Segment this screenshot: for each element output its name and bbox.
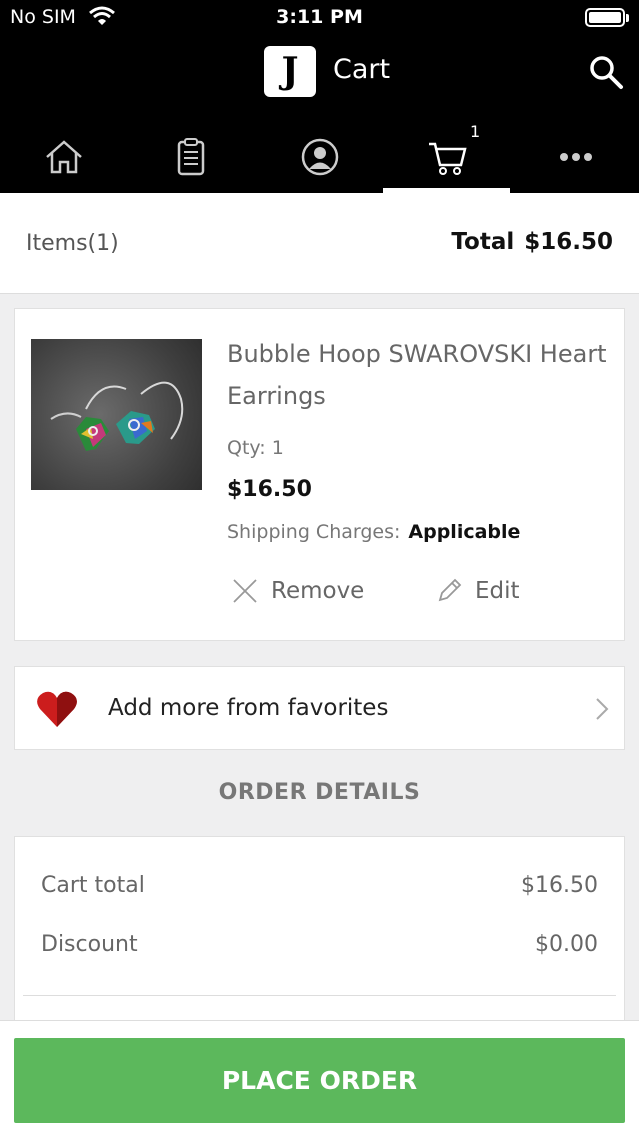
cart-summary: Items(1) Total $16.50 [0,193,639,294]
edit-label: Edit [475,578,520,604]
cart-total-value: $16.50 [521,873,598,898]
earrings-image [50,381,184,451]
tab-cart[interactable] [383,120,510,193]
cart-icon [428,142,467,175]
product-qty: Qty: 1 [227,437,284,459]
cart-total: Total $16.50 [451,229,613,255]
account-icon [301,138,338,175]
shipping-charges: Shipping Charges: Applicable [227,521,520,543]
chevron-right-icon [596,698,609,720]
battery-icon [585,8,629,27]
place-order-button[interactable]: PLACE ORDER [14,1038,625,1123]
home-icon [45,139,82,173]
status-time: 3:11 PM [276,6,363,28]
tab-orders[interactable] [127,120,254,193]
cart-total-row: Cart total $16.50 [41,873,598,903]
divider [23,995,616,996]
product-price: $16.50 [227,477,312,502]
status-bar: No SIM 3:11 PM [0,0,639,36]
order-details-title: ORDER DETAILS [218,780,421,805]
product-image[interactable] [31,339,202,490]
pencil-icon [438,578,462,602]
tab-home[interactable] [0,120,127,193]
favorites-label: Add more from favorites [108,695,389,721]
tab-bar: 1 [0,120,639,193]
remove-label: Remove [271,578,365,604]
total-value: $16.50 [524,229,613,255]
search-icon[interactable] [588,54,624,90]
shipping-label: Shipping Charges: [227,521,401,543]
cart-total-label: Cart total [41,873,145,898]
items-count: Items(1) [26,231,119,256]
more-icon [559,152,592,161]
discount-label: Discount [41,932,138,957]
cart-item-card: Bubble Hoop SWAROVSKI Heart Earrings Qty… [14,308,625,641]
orders-icon [177,137,204,175]
add-from-favorites[interactable]: Add more from favorites [14,666,625,750]
discount-value: $0.00 [535,932,598,957]
edit-button[interactable]: Edit [435,577,520,605]
items-label: Items [26,231,88,256]
page-title: Cart [333,54,391,85]
close-icon [233,579,257,603]
remove-button[interactable]: Remove [231,577,364,605]
total-label: Total [451,229,515,255]
app-logo: J [264,46,316,97]
items-count-value: (1) [87,231,119,256]
heart-icon [37,691,77,727]
tab-account[interactable] [256,120,383,193]
product-name[interactable]: Bubble Hoop SWAROVSKI Heart Earrings [227,333,607,417]
discount-row: Discount $0.00 [41,932,598,962]
bottom-bar: PLACE ORDER [0,1020,639,1136]
tab-more[interactable] [512,120,639,193]
app-header: No SIM 3:11 PM J Cart 1 [0,0,639,193]
shipping-value: Applicable [408,521,521,543]
cart-count-badge: 1 [470,122,481,141]
